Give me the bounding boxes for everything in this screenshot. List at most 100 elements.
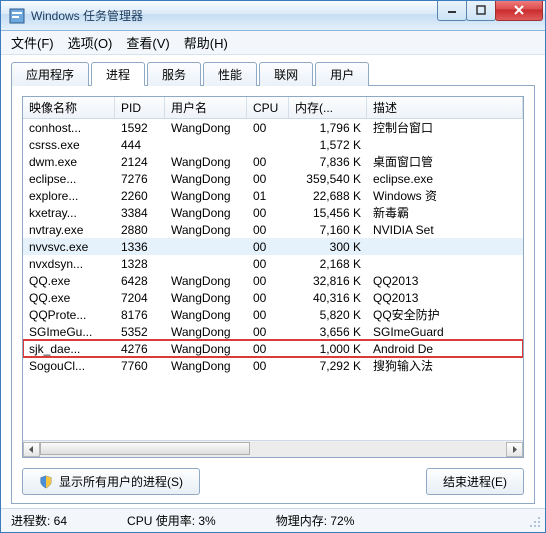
cell-cpu: 00	[247, 359, 289, 373]
cell-mem: 40,316 K	[289, 291, 367, 305]
cell-mem: 3,656 K	[289, 325, 367, 339]
cell-desc: QQ安全防护	[367, 306, 523, 323]
cell-cpu: 00	[247, 155, 289, 169]
horizontal-scrollbar[interactable]	[23, 440, 523, 457]
status-process-count: 进程数: 64	[11, 512, 67, 529]
menubar: 文件(F) 选项(O) 查看(V) 帮助(H)	[1, 31, 545, 55]
cell-pid: 5352	[115, 325, 165, 339]
cell-cpu: 00	[247, 223, 289, 237]
cell-user: WangDong	[165, 325, 247, 339]
cell-user: WangDong	[165, 189, 247, 203]
cell-cpu: 00	[247, 172, 289, 186]
cell-image: SogouCl...	[23, 359, 115, 373]
tab-performance[interactable]: 性能	[203, 62, 257, 86]
cell-user: WangDong	[165, 121, 247, 135]
cell-image: explore...	[23, 189, 115, 203]
table-row[interactable]: eclipse...7276WangDong00359,540 Keclipse…	[23, 170, 523, 187]
table-row[interactable]: nvxdsyn...1328002,168 K	[23, 255, 523, 272]
cell-desc: SGImeGuard	[367, 325, 523, 339]
scroll-left-button[interactable]	[23, 442, 40, 457]
window-title: Windows 任务管理器	[31, 7, 438, 24]
cell-image: nvvsvc.exe	[23, 240, 115, 254]
cell-image: QQ.exe	[23, 274, 115, 288]
app-icon	[9, 8, 25, 24]
cell-pid: 7204	[115, 291, 165, 305]
cell-desc: 控制台窗口	[367, 119, 523, 136]
menu-view[interactable]: 查看(V)	[126, 33, 169, 52]
processes-panel: 映像名称 PID 用户名 CPU 内存(... 描述 conhost...159…	[11, 85, 535, 504]
cell-image: nvxdsyn...	[23, 257, 115, 271]
scroll-thumb[interactable]	[40, 442, 250, 455]
header-user[interactable]: 用户名	[165, 97, 247, 118]
minimize-button[interactable]	[437, 1, 467, 21]
cell-pid: 1328	[115, 257, 165, 271]
cell-mem: 32,816 K	[289, 274, 367, 288]
cell-mem: 7,292 K	[289, 359, 367, 373]
cell-user: WangDong	[165, 172, 247, 186]
cell-user: WangDong	[165, 308, 247, 322]
tab-services[interactable]: 服务	[147, 62, 201, 86]
status-memory-usage: 物理内存: 72%	[276, 512, 355, 529]
tab-applications[interactable]: 应用程序	[11, 62, 89, 86]
cell-mem: 1,796 K	[289, 121, 367, 135]
cell-image: nvtray.exe	[23, 223, 115, 237]
cell-cpu: 00	[247, 257, 289, 271]
show-all-users-label: 显示所有用户的进程(S)	[59, 473, 183, 490]
header-description[interactable]: 描述	[367, 97, 523, 118]
resize-grip-icon[interactable]	[529, 516, 541, 528]
table-row[interactable]: dwm.exe2124WangDong007,836 K桌面窗口管	[23, 153, 523, 170]
table-row[interactable]: kxetray...3384WangDong0015,456 K新毒霸	[23, 204, 523, 221]
table-row[interactable]: conhost...1592WangDong001,796 K控制台窗口	[23, 119, 523, 136]
cell-image: QQ.exe	[23, 291, 115, 305]
table-row[interactable]: QQ.exe7204WangDong0040,316 KQQ2013	[23, 289, 523, 306]
table-row[interactable]: SogouCl...7760WangDong007,292 K搜狗输入法	[23, 357, 523, 374]
cell-pid: 1592	[115, 121, 165, 135]
scroll-track[interactable]	[40, 442, 506, 457]
status-cpu-usage: CPU 使用率: 3%	[127, 512, 216, 529]
process-list: 映像名称 PID 用户名 CPU 内存(... 描述 conhost...159…	[22, 96, 524, 458]
process-rows[interactable]: conhost...1592WangDong001,796 K控制台窗口csrs…	[23, 119, 523, 440]
table-row[interactable]: explore...2260WangDong0122,688 KWindows …	[23, 187, 523, 204]
table-row[interactable]: QQProte...8176WangDong005,820 KQQ安全防护	[23, 306, 523, 323]
menu-options[interactable]: 选项(O)	[68, 33, 113, 52]
header-cpu[interactable]: CPU	[247, 97, 289, 118]
cell-pid: 7276	[115, 172, 165, 186]
cell-mem: 7,160 K	[289, 223, 367, 237]
close-button[interactable]	[495, 1, 543, 21]
show-all-users-button[interactable]: 显示所有用户的进程(S)	[22, 468, 200, 495]
header-image-name[interactable]: 映像名称	[23, 97, 115, 118]
cell-cpu: 00	[247, 325, 289, 339]
cell-image: QQProte...	[23, 308, 115, 322]
cell-mem: 15,456 K	[289, 206, 367, 220]
cell-desc: 搜狗输入法	[367, 357, 523, 374]
cell-user: WangDong	[165, 359, 247, 373]
header-pid[interactable]: PID	[115, 97, 165, 118]
cell-user: WangDong	[165, 206, 247, 220]
tab-processes[interactable]: 进程	[91, 62, 145, 86]
tab-users[interactable]: 用户	[315, 62, 369, 86]
table-row[interactable]: nvtray.exe2880WangDong007,160 KNVIDIA Se…	[23, 221, 523, 238]
cell-desc: Windows 资	[367, 187, 523, 204]
table-row[interactable]: nvvsvc.exe133600300 K	[23, 238, 523, 255]
table-row[interactable]: csrss.exe4441,572 K	[23, 136, 523, 153]
menu-file[interactable]: 文件(F)	[11, 33, 54, 52]
maximize-button[interactable]	[466, 1, 496, 21]
scroll-right-button[interactable]	[506, 442, 523, 457]
menu-help[interactable]: 帮助(H)	[184, 33, 228, 52]
column-headers: 映像名称 PID 用户名 CPU 内存(... 描述	[23, 97, 523, 119]
cell-desc: QQ2013	[367, 274, 523, 288]
cell-user: WangDong	[165, 155, 247, 169]
titlebar[interactable]: Windows 任务管理器	[1, 1, 545, 31]
header-memory[interactable]: 内存(...	[289, 97, 367, 118]
cell-image: csrss.exe	[23, 138, 115, 152]
cell-desc: 新毒霸	[367, 204, 523, 221]
tab-network[interactable]: 联网	[259, 62, 313, 86]
cell-cpu: 00	[247, 206, 289, 220]
cell-mem: 7,836 K	[289, 155, 367, 169]
cell-pid: 6428	[115, 274, 165, 288]
table-row[interactable]: SGImeGu...5352WangDong003,656 KSGImeGuar…	[23, 323, 523, 340]
table-row[interactable]: QQ.exe6428WangDong0032,816 KQQ2013	[23, 272, 523, 289]
table-row[interactable]: sjk_dae...4276WangDong001,000 KAndroid D…	[23, 340, 523, 357]
end-process-button[interactable]: 结束进程(E)	[426, 468, 524, 495]
cell-cpu: 00	[247, 291, 289, 305]
